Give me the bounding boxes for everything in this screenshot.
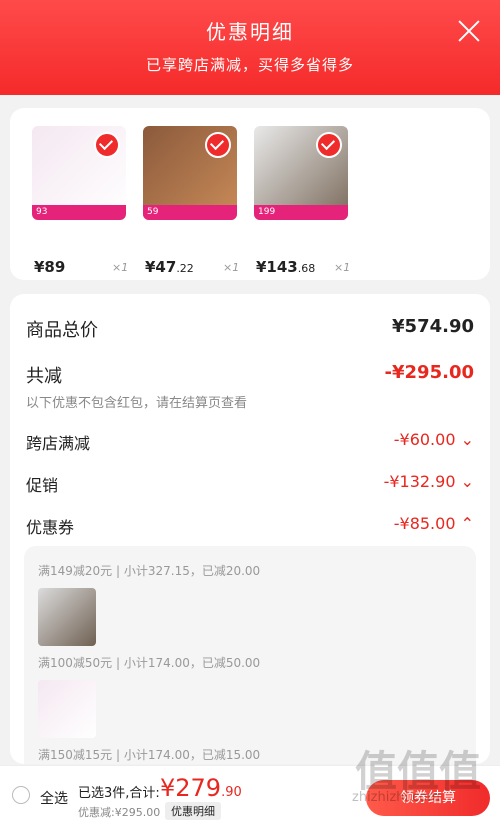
select-all-label[interactable]: 全选 <box>40 788 68 808</box>
discount-row-promotion[interactable]: 促销 -¥132.90 ⌄ <box>26 472 474 496</box>
product-qty: ×1 <box>112 261 129 274</box>
chevron-up-icon: ⌃ <box>460 514 474 533</box>
product-thumbnail: 59 <box>143 126 237 220</box>
discount-row-cross-store[interactable]: 跨店满减 -¥60.00 ⌄ <box>26 430 474 454</box>
watermark-site: zhizhizhi.com <box>352 790 440 805</box>
coupon-line: 满149减20元 | 小计327.15，已减20.00 <box>38 564 261 578</box>
close-icon[interactable] <box>456 18 482 44</box>
chevron-down-icon: ⌄ <box>460 430 474 449</box>
page-title: 优惠明细 <box>206 20 294 44</box>
page-subtitle: 已享跨店满减，买得多省得多 <box>145 56 354 74</box>
product-thumbnail: 199 <box>254 126 348 220</box>
product-badge: 199 <box>254 205 348 220</box>
header: 优惠明细 已享跨店满减，买得多省得多 <box>0 0 500 95</box>
product-thumbnail: 93 <box>32 126 126 220</box>
total-value: ¥574.90 <box>392 316 474 337</box>
product-price: ¥143.68 <box>256 258 316 276</box>
product-price: ¥47.22 <box>145 258 194 276</box>
select-all-radio[interactable] <box>12 786 30 804</box>
discount-row-coupon[interactable]: 优惠券 -¥85.00 ⌃ <box>26 514 474 538</box>
product-badge: 93 <box>32 205 126 220</box>
discount-summary: 优惠减:¥295.00 <box>78 806 161 819</box>
product-badge: 59 <box>143 205 237 220</box>
selected-check-icon[interactable] <box>316 132 342 158</box>
product-card[interactable]: 199 ¥143.68 ×1 <box>254 126 356 276</box>
coupon-product-thumbnail <box>38 680 96 738</box>
product-qty: ×1 <box>223 261 240 274</box>
discount-detail-button[interactable]: 优惠明细 <box>165 802 221 820</box>
coupon-details: 满149减20元 | 小计327.15，已减20.00 满100减50元 | 小… <box>24 546 476 764</box>
product-card[interactable]: 93 ¥89 ×1 <box>32 126 134 276</box>
total-label: 商品总价 <box>26 320 98 341</box>
total-row: 商品总价 ¥574.90 <box>26 316 474 342</box>
coupon-product-thumbnail <box>38 588 96 646</box>
coupon-line: 满150减15元 | 小计174.00，已减15.00 <box>38 748 261 762</box>
chevron-down-icon: ⌄ <box>460 472 474 491</box>
discount-panel: 商品总价 ¥574.90 共减 -¥295.00 以下优惠不包含红包，请在结算页… <box>10 294 490 764</box>
selected-summary: 已选3件,合计: <box>78 786 160 801</box>
discount-note: 以下优惠不包含红包，请在结算页查看 <box>26 396 248 411</box>
product-price: ¥89 <box>34 258 66 276</box>
product-list: 93 ¥89 ×1 59 ¥47.22 ×1 199 ¥143.68 ×1 <box>10 108 490 280</box>
coupon-line: 满100减50元 | 小计174.00，已减50.00 <box>38 656 261 670</box>
total-price: ¥279.90 <box>160 774 242 802</box>
product-qty: ×1 <box>334 261 351 274</box>
selected-check-icon[interactable] <box>205 132 231 158</box>
reduce-row: 共减 -¥295.00 <box>26 362 474 388</box>
reduce-value: -¥295.00 <box>384 362 474 383</box>
product-card[interactable]: 59 ¥47.22 ×1 <box>143 126 245 276</box>
selected-check-icon[interactable] <box>94 132 120 158</box>
reduce-label: 共减 <box>26 366 62 387</box>
